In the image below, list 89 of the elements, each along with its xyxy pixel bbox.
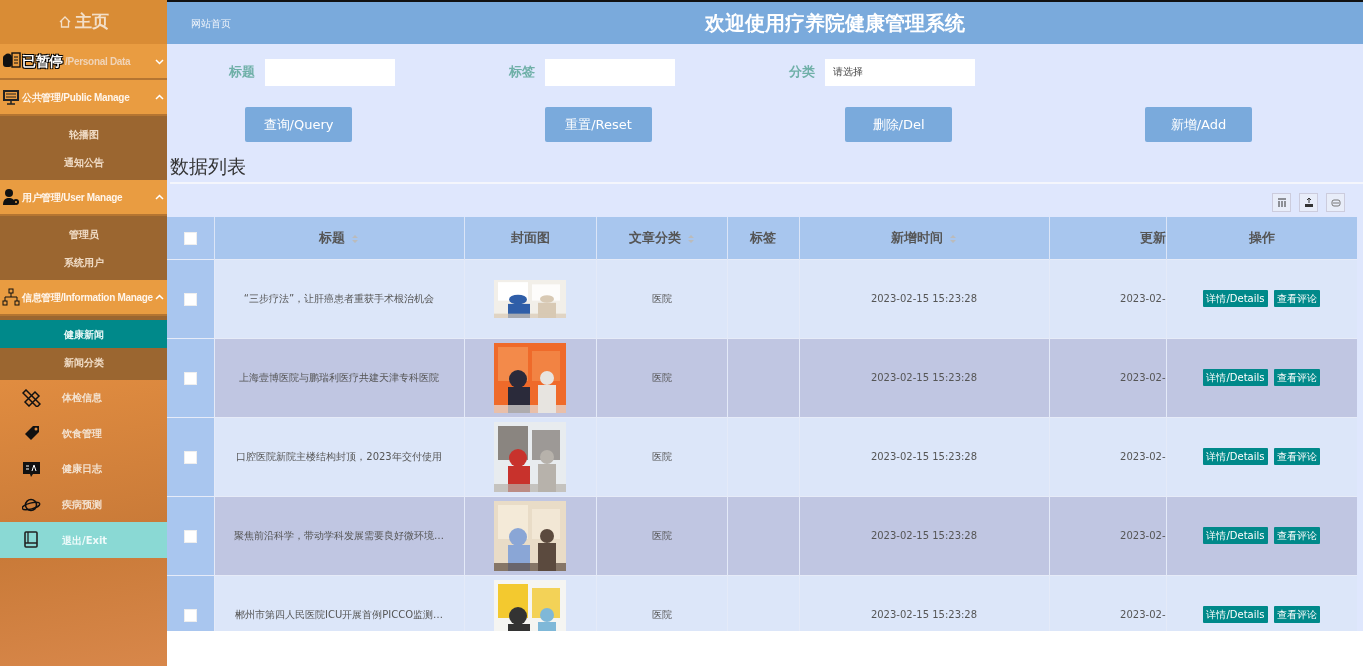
date-text: 2023-02- [1120,609,1165,621]
menu-item[interactable]: 健康日志 [0,451,167,487]
input-field[interactable] [545,58,675,86]
row-checkbox[interactable] [183,292,197,306]
column-header: 标签 [727,217,799,259]
input-field[interactable] [265,58,395,86]
menu-group[interactable]: 用户管理/User Manage [0,180,167,216]
field-label: 分类 [789,63,815,82]
details-button[interactable]: 详情/Details [1203,448,1268,465]
category-text: 医院 [651,530,672,541]
select-field[interactable]: 请选择 [825,58,975,86]
sort-icon [949,233,957,244]
title-text: 口腔医院新院主楼结构封顶，2023年交付使用 [236,451,442,462]
action-button[interactable]: 新增/Add [1145,107,1252,142]
menu-group[interactable]: 已暂停/Personal Data [0,44,167,80]
details-button[interactable]: 详情/Details [1203,369,1268,386]
date-text: 2023-02- [1120,451,1165,462]
ruler-pencil-icon [21,388,41,407]
sort-icon [686,233,695,244]
sort-icon [351,233,359,244]
title-text: 聚焦前沿科学，带动学科发展需要良好微环境… [234,530,444,541]
date-text: 2023-02- [1120,293,1165,304]
export-button[interactable] [1299,193,1318,212]
chat-icon [21,460,41,478]
title-text: 郴州市第四人民医院ICU开展首例PICCO监测… [234,609,444,621]
title-text: “三步疗法”，让肝癌患者重获手术根治机会 [243,293,435,304]
book-icon [21,531,41,550]
print-icon [1329,196,1342,209]
field-label: 标签 [509,63,535,82]
comments-button[interactable]: 查看评论 [1273,527,1320,544]
column-header: 封面图 [464,217,596,259]
column-header[interactable]: 新增时间 [799,217,1049,259]
column-header: 更新 [1049,217,1166,259]
date-text: 2023-02-15 15:23:28 [870,372,978,383]
details-button[interactable]: 详情/Details [1203,606,1268,624]
user-gear-icon [2,188,22,206]
columns-icon [1275,196,1288,209]
submenu-item[interactable]: 新闻分类 [0,348,167,376]
details-button[interactable]: 详情/Details [1203,527,1268,544]
hierarchy-icon [2,288,22,306]
person-card-icon [2,52,22,70]
select-all-checkbox[interactable] [183,232,197,245]
home-link[interactable]: 主页 [0,0,167,44]
menu-item[interactable]: 疾病预测 [0,486,167,523]
comments-button[interactable]: 查看评论 [1273,606,1320,624]
column-header[interactable]: 标题 [214,217,464,259]
field-label: 标题 [229,63,255,82]
category-text: 医院 [651,451,672,462]
home-link[interactable]: 网站首页 [167,15,705,31]
comments-button[interactable]: 查看评论 [1273,448,1320,465]
home-icon [58,16,71,28]
row-checkbox[interactable] [183,608,197,622]
action-button[interactable]: 重置/Reset [545,107,652,142]
date-text: 2023-02-15 15:23:28 [870,609,978,621]
date-text: 2023-02- [1120,530,1165,541]
row-checkbox[interactable] [183,529,197,543]
submenu-item[interactable]: 系统用户 [0,248,167,276]
print-button[interactable] [1326,193,1345,212]
submenu-item[interactable]: 通知公告 [0,148,167,176]
section-title: 数据列表 [170,154,1363,184]
date-text: 2023-02-15 15:23:28 [870,451,978,462]
row-checkbox[interactable] [183,450,197,464]
category-text: 医院 [651,293,672,304]
menu-group[interactable]: 信息管理/Information Manage [0,280,167,316]
date-text: 2023-02-15 15:23:28 [870,530,978,541]
submenu-item[interactable]: 健康新闻 [0,320,167,348]
submenu-item[interactable]: 管理员 [0,220,167,248]
submenu-item[interactable]: 轮播图 [0,120,167,148]
date-text: 2023-02-15 15:23:28 [870,293,978,304]
menu-item[interactable]: 饮食管理 [0,415,167,452]
column-header[interactable]: 文章分类 [596,217,727,259]
menu-group[interactable]: 公共管理/Public Manage [0,80,167,116]
columns-button[interactable] [1272,193,1291,212]
menu-item[interactable]: 体检信息 [0,380,167,416]
date-text: 2023-02- [1120,372,1165,383]
row-checkbox[interactable] [183,371,197,385]
export-icon [1302,196,1315,209]
comments-button[interactable]: 查看评论 [1273,369,1320,386]
action-button[interactable]: 查询/Query [245,107,352,142]
action-button[interactable]: 删除/Del [845,107,952,142]
category-text: 医院 [651,372,672,383]
title-text: 上海壹博医院与鹏瑞利医疗共建天津专科医院 [239,372,439,383]
comments-button[interactable]: 查看评论 [1273,290,1320,307]
monitor-icon [2,88,22,106]
category-text: 医院 [651,609,672,621]
column-header: 操作 [1166,217,1357,259]
details-button[interactable]: 详情/Details [1203,290,1268,307]
page-title: 欢迎使用疗养院健康管理系统 [705,11,966,35]
paused-label: 已暂停 [22,51,64,71]
